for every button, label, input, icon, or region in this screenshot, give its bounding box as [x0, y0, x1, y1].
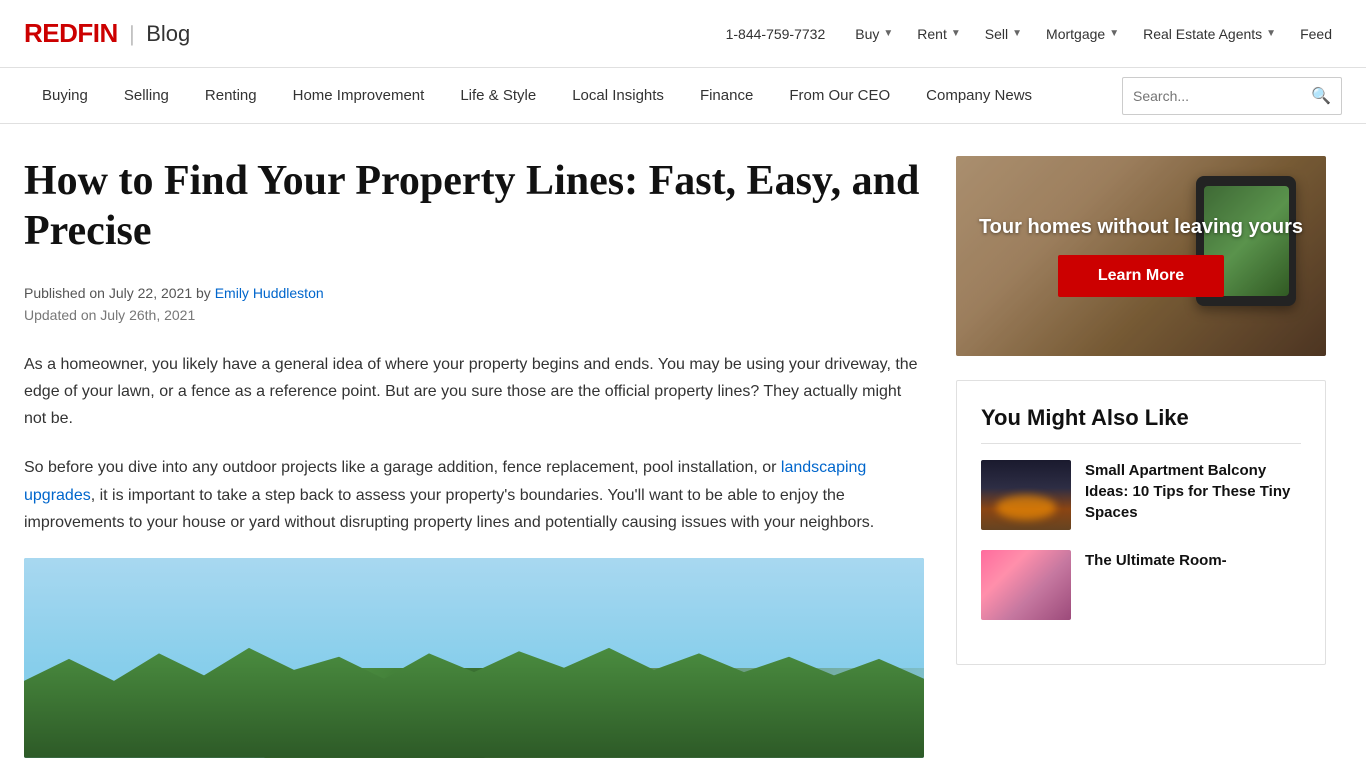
article-title: How to Find Your Property Lines: Fast, E… [24, 156, 924, 257]
sec-nav-company-news[interactable]: Company News [908, 68, 1050, 124]
rent-chevron: ▼ [951, 28, 961, 39]
nav-feed[interactable]: Feed [1290, 20, 1342, 48]
learn-more-button[interactable]: Learn More [1058, 255, 1224, 297]
related-item-2[interactable]: The Ultimate Room- [981, 550, 1301, 620]
image-sky [24, 558, 924, 668]
sec-nav-selling[interactable]: Selling [106, 68, 187, 124]
article-paragraph-1: As a homeowner, you likely have a genera… [24, 351, 924, 433]
logo-redfin[interactable]: REDFIN [24, 18, 118, 49]
sidebar: Tour homes without leaving yours Learn M… [956, 156, 1326, 758]
author-link[interactable]: Emily Huddleston [215, 285, 324, 301]
search-icon[interactable]: 🔍 [1311, 86, 1331, 106]
buy-chevron: ▼ [883, 28, 893, 39]
nav-sell[interactable]: Sell ▼ [975, 20, 1032, 48]
article-updated: Updated on July 26th, 2021 [24, 307, 924, 323]
sell-chevron: ▼ [1012, 28, 1022, 39]
ad-banner-text: Tour homes without leaving yours [979, 216, 1303, 239]
related-thumb-1 [981, 460, 1071, 530]
related-thumb-2 [981, 550, 1071, 620]
mortgage-chevron: ▼ [1109, 28, 1119, 39]
related-text-2: The Ultimate Room- [1085, 550, 1301, 571]
nav-real-estate-agents[interactable]: Real Estate Agents ▼ [1133, 20, 1286, 48]
search-area[interactable]: 🔍 [1122, 77, 1342, 115]
sec-nav-local-insights[interactable]: Local Insights [554, 68, 682, 124]
related-title-1: Small Apartment Balcony Ideas: 10 Tips f… [1085, 462, 1290, 521]
nav-buy[interactable]: Buy ▼ [845, 20, 903, 48]
related-text-1: Small Apartment Balcony Ideas: 10 Tips f… [1085, 460, 1301, 523]
related-title-2: The Ultimate Room- [1085, 552, 1227, 569]
search-input[interactable] [1133, 88, 1311, 104]
logo-divider: | [130, 21, 134, 47]
article-paragraph-2: So before you dive into any outdoor proj… [24, 454, 924, 536]
logo-area[interactable]: REDFIN | Blog [24, 18, 190, 49]
sec-nav-renting[interactable]: Renting [187, 68, 275, 124]
article-meta: Published on July 22, 2021 by Emily Hudd… [24, 285, 924, 301]
sec-nav-home-improvement[interactable]: Home Improvement [275, 68, 443, 124]
balcony-thumbnail [981, 460, 1071, 530]
also-like-title: You Might Also Like [981, 405, 1301, 444]
sec-nav-from-our-ceo[interactable]: From Our CEO [771, 68, 908, 124]
sec-nav-finance[interactable]: Finance [682, 68, 771, 124]
ad-banner-overlay: Tour homes without leaving yours Learn M… [956, 156, 1326, 356]
logo-blog[interactable]: Blog [146, 21, 190, 47]
top-nav: REDFIN | Blog 1-844-759-7732 Buy ▼ Rent … [0, 0, 1366, 68]
article-area: How to Find Your Property Lines: Fast, E… [24, 156, 924, 758]
phone-number: 1-844-759-7732 [726, 26, 826, 42]
ad-banner: Tour homes without leaving yours Learn M… [956, 156, 1326, 356]
agents-chevron: ▼ [1266, 28, 1276, 39]
top-nav-links: 1-844-759-7732 Buy ▼ Rent ▼ Sell ▼ Mortg… [726, 20, 1342, 48]
related-item-1[interactable]: Small Apartment Balcony Ideas: 10 Tips f… [981, 460, 1301, 530]
sec-nav-buying[interactable]: Buying [24, 68, 106, 124]
sec-nav-life-style[interactable]: Life & Style [442, 68, 554, 124]
secondary-nav: Buying Selling Renting Home Improvement … [0, 68, 1366, 124]
article-hero-image [24, 558, 924, 758]
also-like-section: You Might Also Like Small Apartment Balc… [956, 380, 1326, 665]
room-thumbnail [981, 550, 1071, 620]
main-content: How to Find Your Property Lines: Fast, E… [0, 124, 1366, 758]
article-body: As a homeowner, you likely have a genera… [24, 351, 924, 536]
nav-mortgage[interactable]: Mortgage ▼ [1036, 20, 1129, 48]
nav-rent[interactable]: Rent ▼ [907, 20, 970, 48]
